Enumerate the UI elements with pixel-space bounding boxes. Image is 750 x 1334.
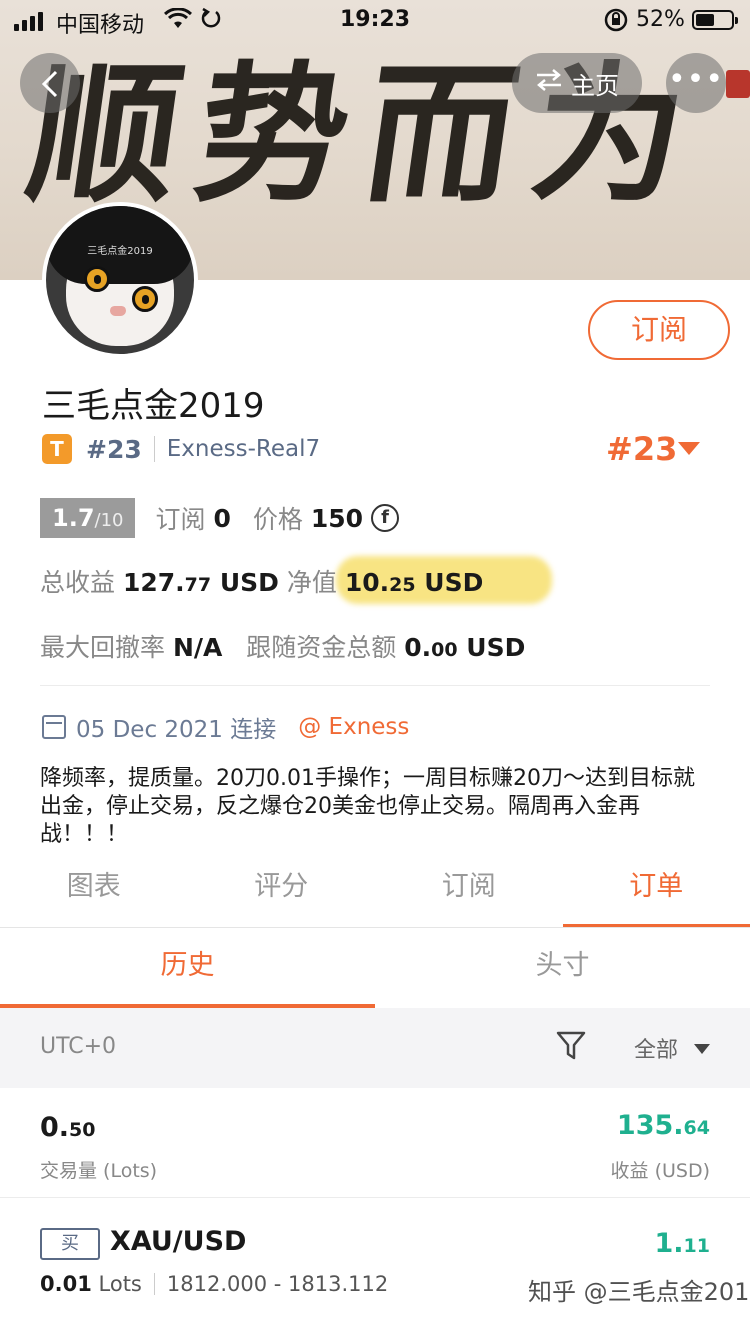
timezone-label: UTC+0 xyxy=(40,1034,117,1059)
more-button[interactable]: ••• xyxy=(666,53,726,113)
max-drawdown-value: N/A xyxy=(172,633,223,662)
order-meta: 0.01 Lots 1812.000 - 1813.112 xyxy=(40,1272,388,1296)
filter-icon[interactable] xyxy=(556,1030,586,1062)
summary-lots-dec: 50 xyxy=(69,1119,96,1141)
home-button-label: 主页 xyxy=(571,71,619,100)
equity-unit: USD xyxy=(424,568,484,597)
subscriptions-label: 订阅 xyxy=(155,505,206,534)
tab-rating[interactable]: 评分 xyxy=(188,860,376,928)
subscriptions-value: 0 xyxy=(213,503,231,533)
battery-percent: 52% xyxy=(636,7,685,32)
subscribe-button[interactable]: 订阅 xyxy=(588,300,730,360)
watermark: 知乎 @三毛点金2019 xyxy=(528,1278,750,1306)
score-max: /10 xyxy=(94,510,124,531)
summary-lots-int: 0. xyxy=(40,1112,70,1143)
broker-link[interactable]: @ Exness xyxy=(298,714,409,740)
divider xyxy=(0,927,750,928)
coin-icon: f xyxy=(371,504,400,532)
drawdown-funds-row: 最大回撤率 N/A 跟随资金总额 0.00 USD xyxy=(40,628,525,664)
divider xyxy=(40,685,710,686)
price-value: 150 xyxy=(310,503,364,533)
swap-arrows-icon xyxy=(535,68,563,98)
rank-line: T #23 Exness-Real7 xyxy=(42,432,320,466)
tier-badge: T xyxy=(42,434,72,464)
scope-dropdown[interactable]: 全部 xyxy=(634,1032,678,1064)
order-lots-value: 0.01 xyxy=(40,1272,92,1296)
order-symbol: XAU/USD xyxy=(110,1226,247,1257)
total-profit-int: 127. xyxy=(122,568,185,597)
buy-tag: 买 xyxy=(40,1228,100,1260)
strategy-description: 降频率，提质量。20刀0.01手操作；一周目标赚20刀～达到目标就出金，停止交易… xyxy=(40,766,695,847)
equity-dec: 25 xyxy=(389,574,416,596)
order-subtabs: 历史 头寸 xyxy=(0,930,750,1008)
score-price-row: 1.7/10 订阅 0 价格 150 f xyxy=(40,498,400,538)
summary-profit: 135.64 xyxy=(617,1110,710,1141)
follow-funds-dec: 00 xyxy=(431,639,458,661)
price-label: 价格 xyxy=(252,505,303,534)
connected-date: 05 Dec 2021 连接 xyxy=(76,717,277,743)
caret-down-icon[interactable] xyxy=(678,442,700,455)
caret-down-icon[interactable] xyxy=(694,1044,710,1054)
score-badge: 1.7/10 xyxy=(40,498,136,538)
battery-icon xyxy=(692,10,738,30)
order-profit: 1.11 xyxy=(655,1228,711,1259)
order-profit-dec: 11 xyxy=(683,1235,710,1257)
back-button[interactable] xyxy=(20,53,80,113)
subtab-positions[interactable]: 头寸 xyxy=(375,930,750,1008)
tab-chart[interactable]: 图表 xyxy=(0,860,188,928)
subtab-history[interactable]: 历史 xyxy=(0,930,375,1008)
equity-label: 净值 xyxy=(286,568,337,597)
orientation-lock-icon xyxy=(603,7,629,39)
total-profit-dec: 77 xyxy=(184,574,212,596)
rank-dropdown[interactable]: #23 xyxy=(606,430,677,468)
summary-lots-label: 交易量 (Lots) xyxy=(40,1160,158,1182)
account-name: Exness-Real7 xyxy=(166,436,321,462)
follow-funds-label: 跟随资金总额 xyxy=(246,633,397,662)
total-profit-unit: USD xyxy=(219,568,279,597)
tab-subscribe[interactable]: 订阅 xyxy=(375,860,563,928)
equity-int: 10. xyxy=(344,568,390,597)
score-value: 1.7 xyxy=(52,504,95,532)
rank-small: #23 xyxy=(86,434,142,464)
summary-lots: 0.50 xyxy=(40,1112,96,1143)
seal-stamp xyxy=(726,70,750,98)
total-profit-label: 总收益 xyxy=(40,568,116,597)
summary-profit-dec: 64 xyxy=(683,1117,710,1139)
chevron-left-icon xyxy=(40,62,60,102)
home-button[interactable]: 主页 xyxy=(512,53,642,113)
divider xyxy=(153,436,155,462)
avatar: 三毛点金2019 xyxy=(42,202,198,358)
filter-bar: UTC+0 全部 xyxy=(0,1008,750,1088)
more-dots-icon: ••• xyxy=(667,62,725,97)
follow-funds-int: 0. xyxy=(404,633,432,662)
follow-funds-unit: USD xyxy=(466,633,526,662)
max-drawdown-label: 最大回撤率 xyxy=(40,633,166,662)
calendar-icon xyxy=(42,715,66,739)
order-lots-unit: Lots xyxy=(98,1272,142,1296)
summary-profit-label: 收益 (USD) xyxy=(610,1160,710,1182)
status-bar: 中国移动 19:23 52% xyxy=(0,0,750,40)
main-tabs: 图表 评分 订阅 订单 xyxy=(0,860,750,928)
summary-profit-int: 135. xyxy=(616,1110,684,1141)
order-row[interactable]: 买 XAU/USD 0.01 Lots 1812.000 - 1813.112 … xyxy=(0,1200,750,1334)
trader-name: 三毛点金2019 xyxy=(42,386,265,426)
divider xyxy=(153,1273,155,1295)
history-summary: 0.50 交易量 (Lots) 135.64 收益 (USD) xyxy=(0,1090,750,1198)
profit-equity-row: 总收益 127.77 USD 净值 10.25 USD xyxy=(40,563,483,599)
order-profit-int: 1. xyxy=(654,1228,684,1259)
order-prices: 1812.000 - 1813.112 xyxy=(166,1272,389,1296)
tab-orders[interactable]: 订单 xyxy=(562,860,750,928)
connected-line: 05 Dec 2021 连接 @ Exness xyxy=(42,710,409,744)
